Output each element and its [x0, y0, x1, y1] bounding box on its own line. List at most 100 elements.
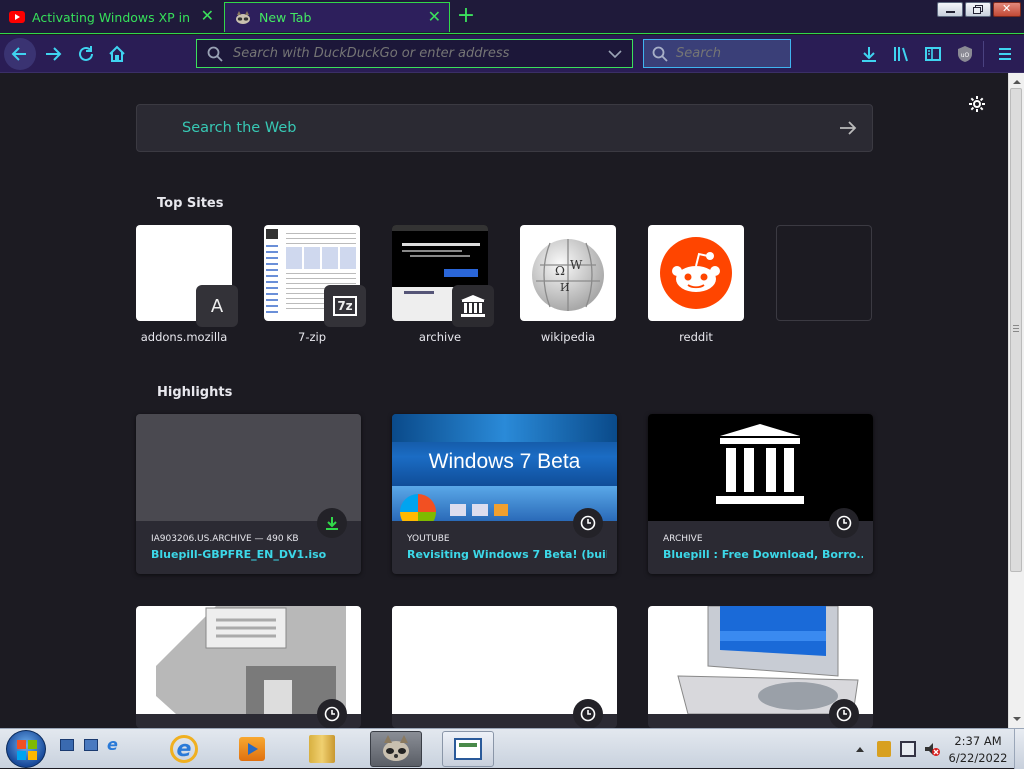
- highlight-card-archive[interactable]: ARCHIVE Bluepill : Free Download, Borro.…: [648, 414, 873, 574]
- close-tab-icon[interactable]: ✕: [201, 8, 214, 24]
- clock-time[interactable]: 2:37 AM: [950, 734, 1006, 748]
- action-center-flag-icon[interactable]: [877, 741, 891, 757]
- media-player-icon: [239, 737, 265, 761]
- clock-date[interactable]: 6/22/2022: [947, 751, 1009, 765]
- raccoon-icon: [235, 10, 251, 25]
- clock-icon: [829, 508, 859, 538]
- taskbar-window[interactable]: [442, 731, 494, 767]
- downloads-button[interactable]: [858, 43, 880, 65]
- web-search-placeholder: Search the Web: [182, 120, 297, 136]
- top-site-7zip[interactable]: 7z 7-zip: [264, 225, 366, 344]
- tab-label: New Tab: [259, 10, 312, 25]
- top-site-reddit[interactable]: reddit: [648, 225, 744, 344]
- ublock-button[interactable]: uO: [954, 43, 976, 65]
- volume-muted-icon[interactable]: [924, 741, 940, 757]
- highlight-title: Revisiting Windows 7 Beta! (buil...: [407, 548, 607, 561]
- search-icon: [207, 46, 223, 62]
- library-button[interactable]: [890, 43, 912, 65]
- highlight-title: Bluepill : Free Download, Borro...: [663, 548, 863, 561]
- site-name: reddit: [679, 330, 713, 344]
- scrollbar-thumb[interactable]: [1010, 88, 1022, 572]
- site-thumbnail: A: [136, 225, 238, 327]
- top-site-addons[interactable]: A addons.mozilla: [136, 225, 238, 344]
- wikipedia-globe-icon: Ω W И: [532, 235, 604, 311]
- search-input[interactable]: [676, 46, 786, 61]
- forward-button[interactable]: [42, 43, 64, 65]
- folder-icon: [309, 735, 335, 763]
- new-tab-page: Search the Web Top Sites A addons.mozill…: [0, 73, 1008, 728]
- close-tab-icon[interactable]: ✕: [428, 9, 441, 25]
- highlight-source: ARCHIVE: [663, 534, 703, 544]
- archive-building-icon: [716, 424, 804, 504]
- raccoon-icon: [383, 735, 409, 761]
- highlight-card-computer[interactable]: [648, 606, 873, 728]
- scroll-down-arrow-icon[interactable]: [1009, 712, 1024, 726]
- gear-icon[interactable]: [968, 95, 986, 113]
- site-name: addons.mozilla: [140, 330, 228, 344]
- tab-new-tab[interactable]: New Tab ✕: [224, 2, 450, 32]
- scroll-up-arrow-icon[interactable]: [1009, 75, 1024, 89]
- search-icon: [652, 46, 668, 62]
- close-window-button[interactable]: ✕: [993, 2, 1021, 17]
- download-icon: [862, 47, 876, 62]
- search-bar[interactable]: [643, 39, 791, 68]
- site-letter-badge: A: [196, 285, 238, 327]
- show-desktop-button[interactable]: [1014, 729, 1024, 769]
- start-button[interactable]: [6, 730, 46, 768]
- clock-icon: [829, 699, 859, 728]
- svg-text:И: И: [560, 281, 570, 294]
- 7zip-logo-icon: 7z: [324, 285, 366, 327]
- taskbar-media-player[interactable]: [226, 731, 278, 767]
- highlight-card-youtube[interactable]: Windows 7 Beta YOUTUBE Revisiting Window…: [392, 414, 617, 574]
- top-site-archive[interactable]: archive: [392, 225, 494, 344]
- 7zip-badge-text: 7z: [333, 296, 357, 316]
- url-bar[interactable]: [196, 39, 633, 68]
- highlights-heading: Highlights: [157, 385, 233, 400]
- menu-button[interactable]: [994, 43, 1016, 65]
- back-button[interactable]: [4, 38, 36, 70]
- taskbar-internet-explorer[interactable]: e: [158, 731, 210, 767]
- sidebar-button[interactable]: [922, 43, 944, 65]
- show-desktop-icon[interactable]: [60, 739, 74, 751]
- network-icon[interactable]: [900, 741, 916, 757]
- site-thumbnail: [392, 225, 494, 327]
- restore-button[interactable]: [965, 2, 991, 17]
- forward-arrow-icon: [46, 47, 62, 61]
- blank-thumbnail: [392, 606, 617, 714]
- highlight-card-blank[interactable]: [392, 606, 617, 728]
- ublock-shield-icon: uO: [958, 46, 972, 62]
- hamburger-menu-icon: [999, 48, 1011, 60]
- home-button[interactable]: [106, 43, 128, 65]
- highlight-card-download[interactable]: IA903206.US.ARCHIVE — 490 KB Bluepill-GB…: [136, 414, 361, 574]
- navigation-toolbar: uO: [0, 35, 1024, 73]
- new-tab-button[interactable]: +: [455, 3, 477, 29]
- reload-button[interactable]: [75, 43, 97, 65]
- back-arrow-icon: [11, 47, 26, 61]
- tab-youtube[interactable]: Activating Windows XP in 2021 ✕: [0, 2, 222, 32]
- url-input[interactable]: [233, 46, 603, 61]
- web-search-box[interactable]: Search the Web: [136, 104, 873, 152]
- arrow-right-icon[interactable]: [838, 118, 858, 138]
- taskbar-explorer[interactable]: [296, 731, 348, 767]
- download-status-icon: [317, 508, 347, 538]
- show-hidden-icons-icon[interactable]: [855, 745, 865, 753]
- thumbnail-text: Windows 7 Beta: [428, 450, 581, 473]
- top-site-empty-slot[interactable]: [776, 225, 872, 321]
- floppy-disk-thumbnail: [136, 606, 361, 714]
- empty-site-placeholder: [776, 225, 872, 321]
- highlight-thumbnail: Windows 7 Beta: [392, 414, 617, 521]
- ie-quicklaunch-icon[interactable]: e: [107, 737, 123, 753]
- switch-windows-icon[interactable]: [84, 739, 98, 751]
- minimize-button[interactable]: [937, 2, 963, 17]
- highlight-source: IA903206.US.ARCHIVE — 490 KB: [151, 534, 299, 544]
- highlight-card-floppy[interactable]: [136, 606, 361, 728]
- site-name: wikipedia: [540, 330, 596, 344]
- window-icon: [454, 738, 482, 760]
- clock-icon: [573, 508, 603, 538]
- chevron-down-icon[interactable]: [608, 49, 622, 59]
- reddit-logo-icon: [660, 237, 732, 309]
- top-site-wikipedia[interactable]: Ω W И wikipedia: [520, 225, 616, 344]
- taskbar-browser-active[interactable]: [370, 731, 422, 767]
- youtube-icon: [9, 11, 25, 23]
- archive-icon: [452, 285, 494, 327]
